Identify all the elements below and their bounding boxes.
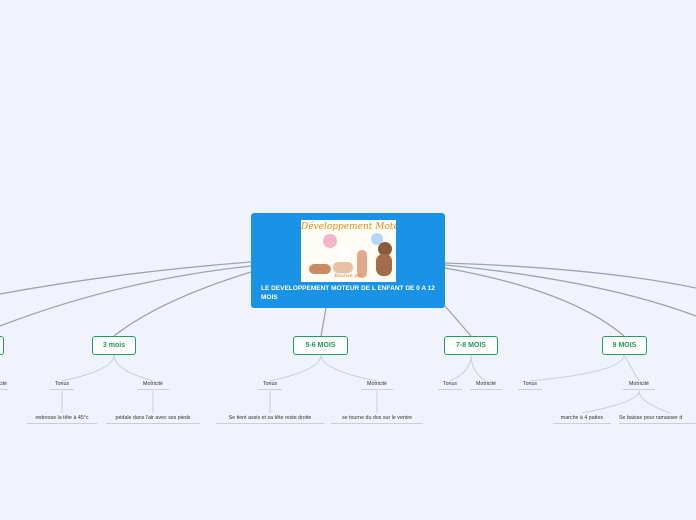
video-thumbnail[interactable]: Développement Moteur Réalisé par bbox=[301, 220, 396, 282]
leaf-node[interactable]: pédale dans l'air avec ses pieds bbox=[106, 415, 200, 424]
central-topic-title: LE DEVELOPPEMENT MOTEUR DE L ENFANT DE 0… bbox=[261, 285, 435, 301]
topic-3-mois[interactable]: 3 mois bbox=[92, 336, 136, 355]
subtopic-motricite[interactable]: Motricité bbox=[470, 381, 502, 390]
topic-partial-left[interactable] bbox=[0, 336, 4, 355]
subtopic-motricite[interactable]: Motricité bbox=[623, 381, 655, 390]
topic-9-mois[interactable]: 9 MOIS bbox=[602, 336, 647, 355]
thumbnail-banner-text: Développement Moteur bbox=[301, 222, 396, 232]
topic-7-8-mois[interactable]: 7-8 MOIS bbox=[444, 336, 498, 355]
subtopic-motricite[interactable]: Motricité bbox=[137, 381, 169, 390]
play-icon[interactable] bbox=[339, 242, 354, 260]
central-topic[interactable]: Développement Moteur Réalisé par LE DEVE… bbox=[251, 213, 445, 308]
leaf-node[interactable]: se tourne du dos sur le ventre bbox=[331, 415, 423, 424]
thumbnail-subtext: Réalisé par bbox=[334, 273, 363, 279]
subtopic-tonus[interactable]: Tonus bbox=[438, 381, 462, 390]
subtopic-tonus[interactable]: Tonus bbox=[50, 381, 74, 390]
subtopic-tonus[interactable]: Tonus bbox=[518, 381, 542, 390]
subtopic-motricite[interactable]: Motricité bbox=[361, 381, 393, 390]
leaf-node[interactable]: Se tient assis et sa tête reste droite bbox=[216, 415, 324, 424]
topic-5-6-mois[interactable]: 5-6 MOIS bbox=[293, 336, 348, 355]
subtopic-motricite-left[interactable]: Motricité bbox=[0, 381, 8, 390]
leaf-node[interactable]: Se baisse pour ramasser d bbox=[619, 415, 696, 424]
leaf-node[interactable]: redresse la tête à 45°c bbox=[27, 415, 97, 424]
leaf-node[interactable]: marche à 4 pattes bbox=[553, 415, 611, 424]
subtopic-tonus[interactable]: Tonus bbox=[258, 381, 282, 390]
